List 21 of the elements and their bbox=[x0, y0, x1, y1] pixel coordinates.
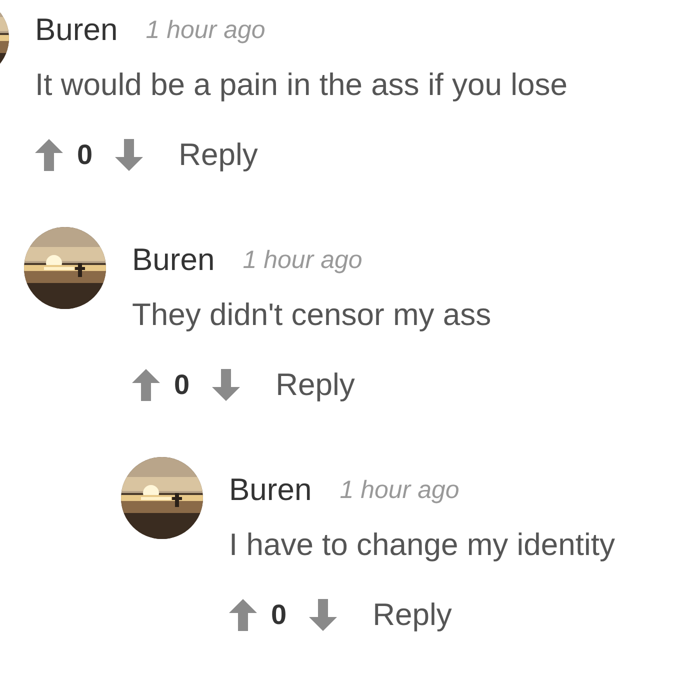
author-name[interactable]: Buren bbox=[229, 472, 312, 508]
comment-text: They didn't censor my ass bbox=[132, 296, 492, 334]
vote-count: 0 bbox=[77, 139, 93, 171]
comment-text: It would be a pain in the ass if you lose bbox=[35, 66, 568, 104]
author-name[interactable]: Buren bbox=[35, 12, 118, 48]
vote-count: 0 bbox=[174, 369, 190, 401]
timestamp: 1 hour ago bbox=[340, 476, 460, 504]
upvote-icon[interactable] bbox=[229, 599, 257, 631]
downvote-icon[interactable] bbox=[212, 369, 240, 401]
comment-text: I have to change my identity bbox=[229, 526, 616, 564]
author-name[interactable]: Buren bbox=[132, 242, 215, 278]
reply-button[interactable]: Reply bbox=[178, 137, 258, 173]
timestamp: 1 hour ago bbox=[242, 246, 362, 274]
reply-button[interactable]: Reply bbox=[372, 597, 452, 633]
timestamp: 1 hour ago bbox=[146, 16, 266, 44]
vote-count: 0 bbox=[271, 599, 287, 631]
upvote-icon[interactable] bbox=[132, 369, 160, 401]
downvote-icon[interactable] bbox=[114, 139, 143, 171]
upvote-icon[interactable] bbox=[35, 139, 63, 171]
reply-button[interactable]: Reply bbox=[276, 367, 355, 403]
downvote-icon[interactable] bbox=[308, 599, 337, 631]
